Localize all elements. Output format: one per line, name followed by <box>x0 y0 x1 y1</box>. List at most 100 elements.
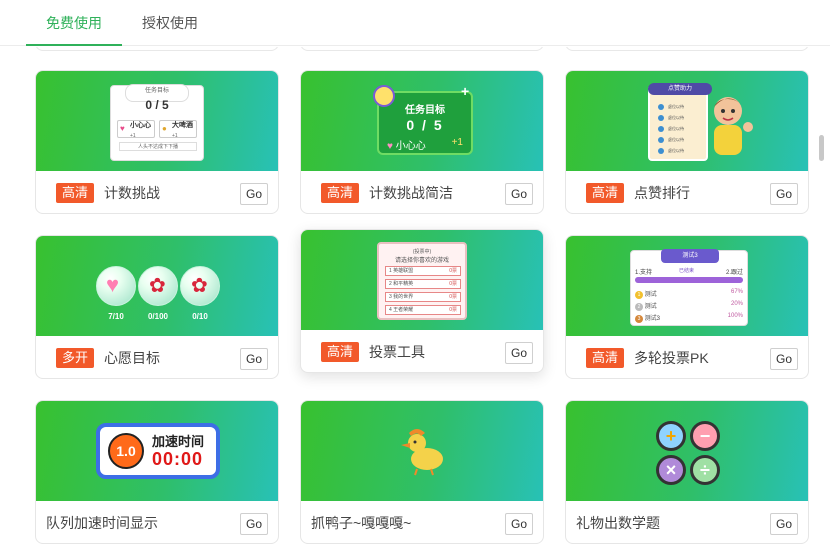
card-footer: 抓鸭子~嘎嘎嘎~ Go <box>301 501 543 543</box>
preview-title: 点赞助力 <box>648 83 712 95</box>
rose-bubble-icon: ✿ <box>180 266 220 306</box>
preview-panel: (投票中) 请选择你喜欢的游戏 1 英雄联盟 0票 2 和平精英 0票 3 我的世界… <box>377 242 467 320</box>
thumbnail: 1.0 加速时间 00:00 <box>36 401 278 501</box>
vote-status: (投票中) <box>412 249 432 255</box>
preview-count: 0 / 5 <box>406 117 444 133</box>
tab-bar: 免费使用 授权使用 <box>0 0 830 46</box>
thumbnail <box>301 401 543 501</box>
pk-row-name: 测试3 <box>644 316 661 322</box>
go-button[interactable]: Go <box>240 183 268 205</box>
wish-progress: 0/10 <box>192 312 208 321</box>
vote-option-label: 2 和平精英 <box>389 281 414 287</box>
preview-item-label: 小心心 <box>130 122 151 129</box>
preview-panel: 1.0 加速时间 00:00 <box>96 423 220 479</box>
pk-row-pct: 20% <box>730 301 743 307</box>
template-card-gift-math[interactable]: + − × ÷ 礼物出数学题 Go <box>565 400 809 544</box>
beer-icon: ● <box>162 124 167 133</box>
card-title: 抓鸭子~嘎嘎嘎~ <box>311 515 412 531</box>
go-button[interactable]: Go <box>505 513 533 535</box>
clock-icon <box>373 85 395 107</box>
vote-option: 3 我的世界 0票 <box>385 292 461 302</box>
pk-row: 2 测试 20% <box>635 301 743 311</box>
vote-option: 2 和平精英 0票 <box>385 279 461 289</box>
card-footer: 队列加速时间显示 Go <box>36 501 278 543</box>
go-button[interactable]: Go <box>505 342 533 364</box>
card-title: 投票工具 <box>369 344 426 360</box>
card-footer: 高清 投票工具 Go <box>301 330 543 372</box>
preview-item: ♥ 小心心 +1 <box>387 137 463 152</box>
heart-bubble-icon: ♥ <box>96 266 136 306</box>
template-card-multi-round-vote-pk[interactable]: 测试3 1.支持 已结束 2.跟过 1 测试 67% 2 测试 20% 3 测试… <box>565 235 809 379</box>
card-footer: 高清 多轮投票PK Go <box>566 336 808 378</box>
heart-icon: ♥ <box>387 141 393 152</box>
pk-status: 已结束 <box>679 268 695 274</box>
cut-card <box>565 47 809 51</box>
preview-item-sub: +1 <box>130 133 136 139</box>
cut-card <box>300 47 544 51</box>
go-button[interactable]: Go <box>770 348 798 370</box>
go-button[interactable]: Go <box>770 513 798 535</box>
pk-row-name: 测试 <box>644 292 657 298</box>
thumbnail: (投票中) 请选择你喜欢的游戏 1 英雄联盟 0票 2 和平精英 0票 3 我的世界… <box>301 230 543 330</box>
card-footer: 高清 点赞排行 Go <box>566 171 808 213</box>
preview-count: 0 / 5 <box>145 98 169 112</box>
vote-count: 0票 <box>449 307 457 313</box>
speed-label: 加速时间 <box>152 434 205 449</box>
pk-right: 2.跟过 <box>725 270 743 276</box>
card-title: 礼物出数学题 <box>576 515 660 531</box>
rank-2-icon: 2 <box>635 303 643 311</box>
card-title: 点赞排行 <box>634 185 691 201</box>
template-card-voting-tool[interactable]: (投票中) 请选择你喜欢的游戏 1 英雄联盟 0票 2 和平精英 0票 3 我的世界… <box>300 229 544 373</box>
go-button[interactable]: Go <box>240 348 268 370</box>
card-footer: 高清 计数挑战简洁 Go <box>301 171 543 213</box>
cartoon-boy-icon <box>714 97 753 155</box>
cut-card <box>35 47 279 51</box>
template-card-catch-duck[interactable]: 抓鸭子~嘎嘎嘎~ Go <box>300 400 544 544</box>
pk-row: 1 测试 67% <box>635 289 743 299</box>
divide-icon: ÷ <box>690 455 720 485</box>
scrollbar-thumb[interactable] <box>819 135 824 161</box>
quality-badge: 高清 <box>321 183 360 203</box>
preview-panel: 测试3 1.支持 已结束 2.跟过 1 测试 67% 2 测试 20% 3 测试… <box>630 249 748 326</box>
quality-badge: 高清 <box>586 183 625 203</box>
preview-panel: 任务目标 0 / 5 ♥ 小心心 +1 ● 大啤酒 +1 人头不达成下下播 <box>110 84 204 161</box>
preview-row: 虚位以待 <box>658 103 698 111</box>
card-title: 计数挑战简洁 <box>369 185 454 201</box>
preview-title: 任务目标 <box>405 105 445 116</box>
preview-bar: 人头不达成下下播 <box>119 142 197 151</box>
card-footer: 多开 心愿目标 Go <box>36 336 278 378</box>
rose-icon: ✿ <box>149 275 166 297</box>
template-card-count-challenge[interactable]: 任务目标 0 / 5 ♥ 小心心 +1 ● 大啤酒 +1 人头不达成下下播 高清… <box>35 70 279 214</box>
wish-progress: 0/100 <box>147 312 169 321</box>
template-card-count-challenge-simple[interactable]: 任务目标 0 / 5 ♥ 小心心 +1 + 高清 计数挑战简洁 Go <box>300 70 544 214</box>
preview-row: 虚位以待 <box>658 136 698 144</box>
preview-row: 虚位以待 <box>658 125 698 133</box>
tab-licensed-use[interactable]: 授权使用 <box>122 0 218 45</box>
preview-title: 测试3 <box>661 249 719 263</box>
thumbnail: 点赞助力 虚位以待 虚位以待 虚位以待 虚位以待 虚位以待 <box>566 71 808 171</box>
preview-item-label: 大啤酒 <box>172 122 193 129</box>
plus-icon: + <box>656 421 686 451</box>
vote-question: 请选择你喜欢的游戏 <box>394 258 449 264</box>
card-title: 队列加速时间显示 <box>46 515 158 531</box>
go-button[interactable]: Go <box>770 183 798 205</box>
card-title: 心愿目标 <box>104 350 161 366</box>
vote-count: 0票 <box>449 268 457 274</box>
template-card-queue-speed-time[interactable]: 1.0 加速时间 00:00 队列加速时间显示 Go <box>35 400 279 544</box>
vote-count: 0票 <box>449 294 457 300</box>
preview-item-row: ♥ 小心心 <box>387 137 426 152</box>
rank-1-icon: 1 <box>635 291 643 299</box>
pk-left: 1.支持 <box>635 270 653 276</box>
preview-item: ♥ 小心心 +1 <box>117 120 155 139</box>
wish-progress: 7/10 <box>108 312 124 321</box>
minus-icon: − <box>690 421 720 451</box>
thumbnail: 测试3 1.支持 已结束 2.跟过 1 测试 67% 2 测试 20% 3 测试… <box>566 236 808 336</box>
go-button[interactable]: Go <box>240 513 268 535</box>
template-card-like-ranking[interactable]: 点赞助力 虚位以待 虚位以待 虚位以待 虚位以待 虚位以待 高清 点赞排行 Go <box>565 70 809 214</box>
tab-free-use[interactable]: 免费使用 <box>26 0 122 46</box>
go-button[interactable]: Go <box>505 183 533 205</box>
card-title: 多轮投票PK <box>634 350 709 366</box>
pk-row-name: 测试 <box>644 304 657 310</box>
template-card-wish-goal[interactable]: ♥ ✿ ✿ 7/10 0/100 0/10 多开 心愿目标 Go <box>35 235 279 379</box>
preview-plus: +1 <box>451 137 463 148</box>
